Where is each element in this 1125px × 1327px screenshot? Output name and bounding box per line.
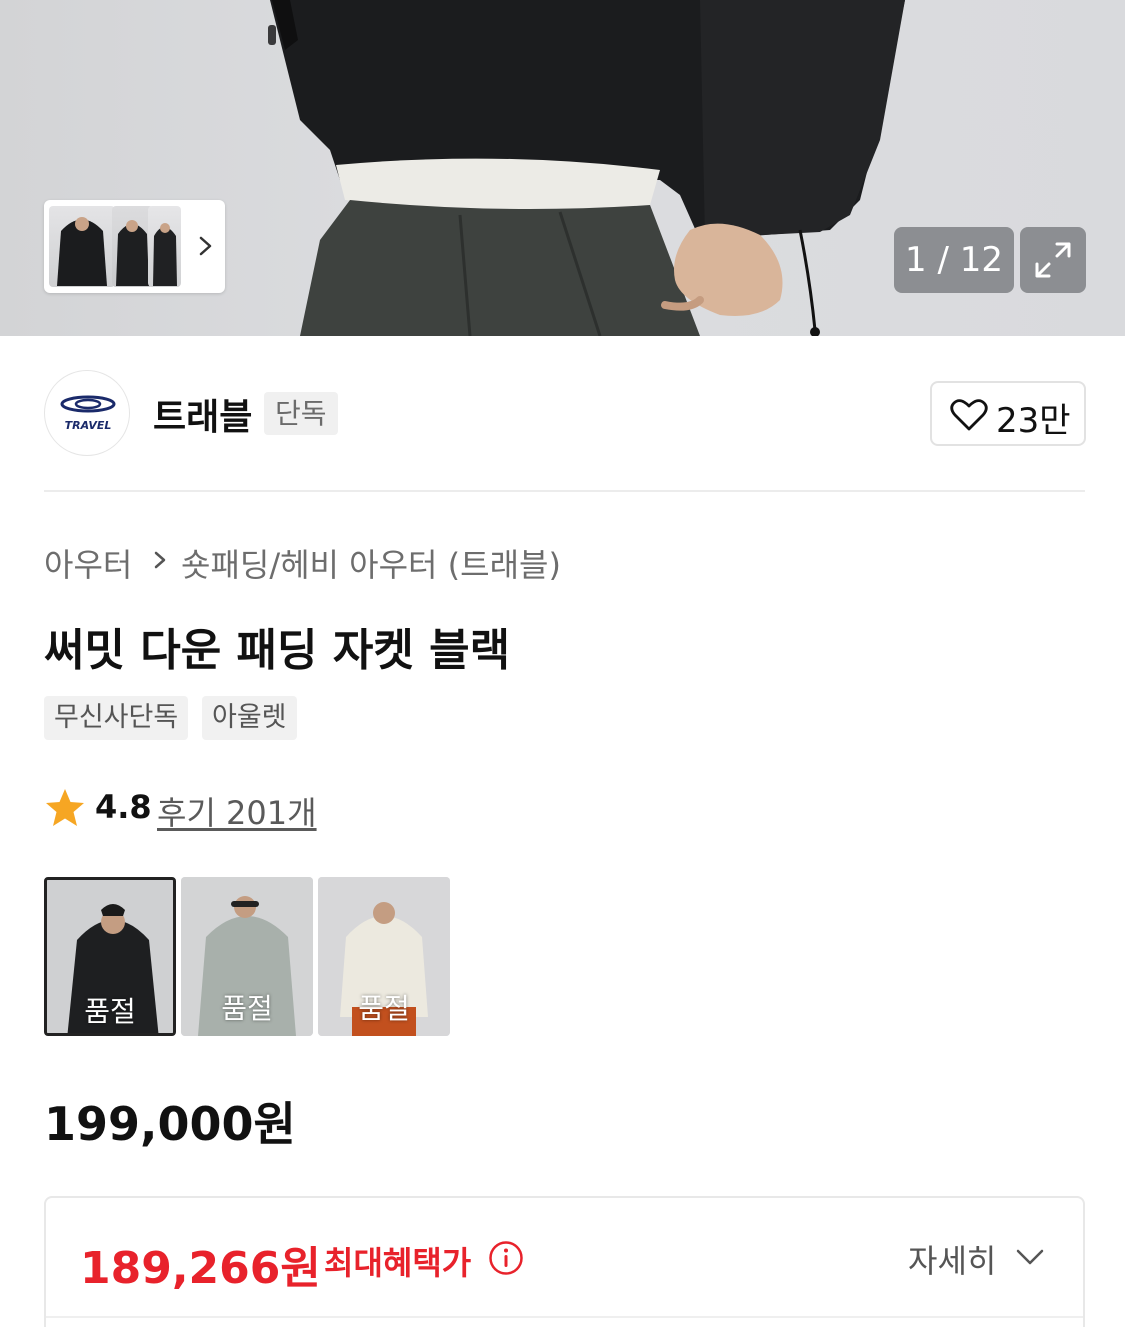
original-price: 199,000원	[44, 1097, 296, 1151]
heart-icon	[950, 399, 988, 431]
like-button[interactable]: 23만	[930, 381, 1086, 446]
divider	[46, 1316, 1083, 1318]
thumbnail-image[interactable]	[49, 206, 115, 287]
chevron-down-icon[interactable]	[1014, 1246, 1046, 1268]
category-level1[interactable]: 아우터	[44, 540, 132, 586]
brand-logo[interactable]: TRAVEL	[44, 370, 130, 456]
info-icon[interactable]	[488, 1240, 524, 1276]
product-image-gallery[interactable]: 1 / 12	[0, 0, 1125, 336]
max-benefit-price: 189,266원	[80, 1243, 321, 1294]
expand-button[interactable]	[1020, 227, 1086, 293]
sold-out-label: 품절	[221, 992, 273, 1025]
brand-name[interactable]: 트래블	[153, 388, 252, 440]
color-option-black[interactable]: 품절	[44, 877, 176, 1036]
color-option-gray[interactable]: 품절	[181, 877, 313, 1036]
chevron-right-icon[interactable]	[194, 230, 218, 262]
image-counter: 1 / 12	[894, 227, 1014, 293]
divider	[44, 490, 1085, 492]
product-title: 써밋 다운 패딩 자켓 블랙	[44, 625, 511, 676]
svg-text:TRAVEL: TRAVEL	[65, 419, 112, 432]
color-option-ivory[interactable]: 품절	[318, 877, 450, 1036]
category-level2[interactable]: 숏패딩/헤비 아우터 (트래블)	[181, 540, 561, 586]
max-benefit-box[interactable]: 189,266원 최대혜택가 자세히	[44, 1196, 1085, 1327]
sold-out-label: 품절	[84, 995, 136, 1028]
tag-musinsa-exclusive: 무신사단독	[44, 696, 189, 740]
review-count-link[interactable]: 후기 201개	[157, 788, 317, 834]
details-toggle-label[interactable]: 자세히	[908, 1236, 996, 1282]
thumbnail-image[interactable]	[148, 206, 181, 287]
chevron-right-icon	[154, 551, 166, 569]
thumbnail-image[interactable]	[112, 206, 153, 287]
sold-out-label: 품절	[358, 992, 410, 1025]
like-count: 23만	[996, 401, 1071, 441]
thumbnail-strip[interactable]	[44, 200, 225, 293]
max-benefit-label: 최대혜택가	[324, 1244, 472, 1282]
tag-outlet: 아울렛	[202, 696, 297, 740]
exclusive-badge: 단독	[264, 392, 338, 435]
star-icon	[46, 789, 84, 826]
rating-score: 4.8	[95, 788, 152, 826]
expand-icon	[1035, 242, 1071, 278]
